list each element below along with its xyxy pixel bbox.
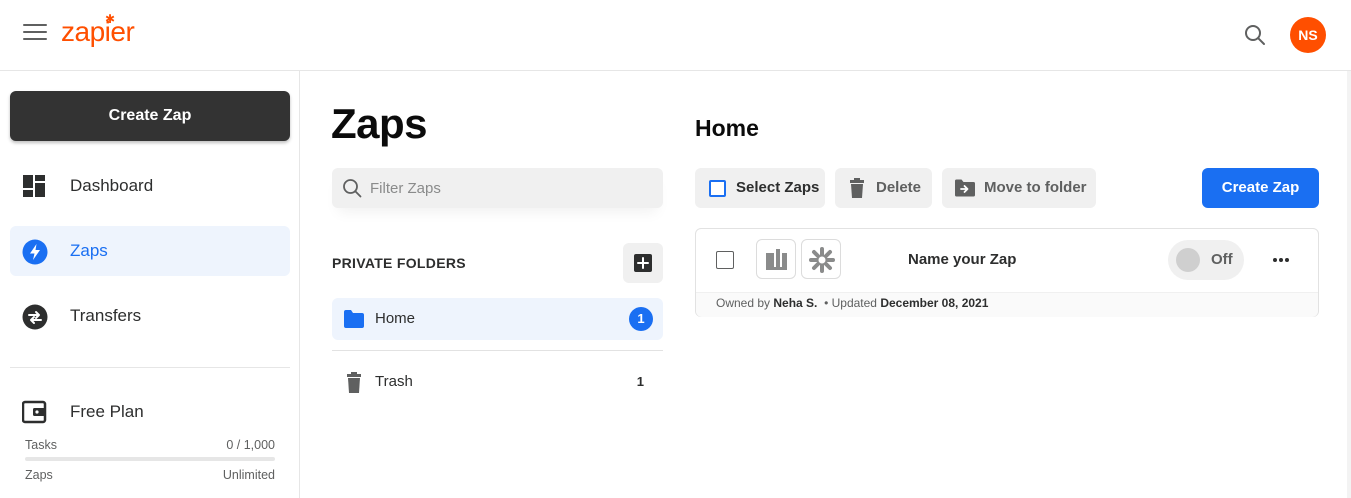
sidebar-item-transfers[interactable]: Transfers bbox=[10, 291, 290, 341]
zapier-logo[interactable]: zapier ✱ bbox=[61, 12, 135, 50]
zap-row: Name your Zap Off Owned by Neha S. • Upd… bbox=[695, 228, 1319, 317]
zaps-usage-value: Unlimited bbox=[222, 468, 275, 482]
top-header: zapier ✱ NS bbox=[0, 0, 1351, 71]
folder-icon bbox=[343, 309, 365, 329]
sidebar-item-zaps[interactable]: Zaps bbox=[10, 226, 290, 276]
select-zaps-label: Select Zaps bbox=[736, 179, 820, 196]
toggle-state-label: Off bbox=[1211, 251, 1233, 268]
delete-label: Delete bbox=[876, 179, 922, 196]
folder-count-badge: 1 bbox=[629, 307, 653, 331]
trash-icon bbox=[343, 372, 365, 393]
filter-zaps-input[interactable] bbox=[370, 168, 650, 208]
zap-meta: Owned by Neha S. • Updated December 08, … bbox=[716, 296, 988, 310]
menu-hamburger-icon[interactable] bbox=[23, 24, 47, 42]
search-icon[interactable] bbox=[1243, 23, 1267, 47]
move-to-folder-label: Move to folder bbox=[984, 179, 1087, 196]
folder-count: 1 bbox=[636, 374, 644, 389]
filter-zaps-box[interactable] bbox=[332, 168, 663, 208]
folder-item-home[interactable]: Home 1 bbox=[332, 298, 663, 340]
sidebar-create-zap-button[interactable]: Create Zap bbox=[10, 91, 290, 141]
sidebar-item-dashboard[interactable]: Dashboard bbox=[10, 161, 290, 211]
logo-asterisk-icon: ✱ bbox=[105, 12, 116, 26]
tasks-usage-row: Tasks 0 / 1,000 bbox=[25, 438, 275, 452]
folder-label: Home bbox=[375, 310, 416, 327]
dashboard-icon bbox=[22, 174, 46, 198]
folder-label: Trash bbox=[375, 373, 413, 390]
add-folder-button[interactable] bbox=[623, 243, 663, 283]
logo-text: zapier bbox=[61, 16, 135, 47]
tasks-value: 0 / 1,000 bbox=[226, 438, 275, 452]
left-sidebar: Create Zap Dashboard Zaps Transfers Free… bbox=[0, 71, 300, 498]
move-folder-icon bbox=[954, 179, 976, 202]
lightning-icon bbox=[22, 239, 48, 265]
sidebar-item-label: Dashboard bbox=[70, 176, 154, 195]
zaps-usage-label: Zaps bbox=[25, 468, 53, 482]
owner-name: Neha S. bbox=[773, 296, 818, 310]
page-scrollbar[interactable] bbox=[1347, 71, 1351, 498]
folder-item-trash[interactable]: Trash 1 bbox=[332, 361, 663, 403]
zap-name-link[interactable]: Name your Zap bbox=[908, 229, 1016, 291]
plan-name: Free Plan bbox=[70, 402, 144, 421]
transfer-arrows-icon bbox=[22, 304, 48, 330]
delete-button[interactable]: Delete bbox=[835, 168, 932, 208]
zap-on-off-toggle[interactable]: Off bbox=[1168, 240, 1244, 280]
sidebar-item-label: Transfers bbox=[70, 306, 142, 325]
zap-row-checkbox[interactable] bbox=[716, 251, 734, 269]
toggle-knob bbox=[1176, 248, 1200, 272]
move-to-folder-button[interactable]: Move to folder bbox=[942, 168, 1096, 208]
sidebar-item-label: Zaps bbox=[70, 241, 108, 260]
updated-date: December 08, 2021 bbox=[880, 296, 989, 310]
plus-square-icon bbox=[634, 254, 652, 272]
trash-icon bbox=[849, 178, 865, 203]
private-folders-heading: PRIVATE FOLDERS bbox=[332, 255, 466, 271]
wallet-icon bbox=[21, 400, 48, 424]
app-logo-icon bbox=[756, 239, 796, 279]
more-options-icon[interactable] bbox=[1266, 245, 1296, 275]
page-title: Zaps bbox=[331, 100, 428, 147]
create-zap-button[interactable]: Create Zap bbox=[1202, 168, 1319, 208]
sidebar-divider bbox=[10, 367, 290, 368]
select-zaps-button[interactable]: Select Zaps bbox=[695, 168, 825, 208]
asterisk-app-icon bbox=[801, 239, 841, 279]
zaps-usage-row: Zaps Unlimited bbox=[25, 468, 275, 482]
search-icon bbox=[342, 178, 362, 198]
owned-by-label: Owned by bbox=[716, 296, 771, 310]
tasks-label: Tasks bbox=[25, 438, 57, 452]
folder-divider bbox=[332, 350, 663, 351]
folder-title: Home bbox=[695, 115, 759, 141]
tasks-progress-bar bbox=[25, 457, 275, 461]
user-avatar[interactable]: NS bbox=[1290, 17, 1326, 53]
checkbox-icon bbox=[709, 180, 726, 197]
updated-label: • Updated bbox=[824, 296, 877, 310]
